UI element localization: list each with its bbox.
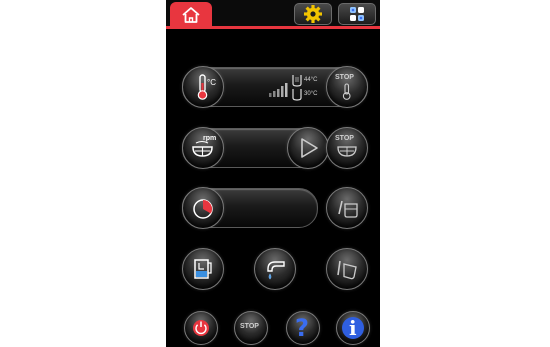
top-bar-accent-line bbox=[166, 26, 380, 29]
power-button[interactable] bbox=[184, 311, 218, 345]
water-tap-icon bbox=[267, 261, 285, 280]
gear-icon bbox=[304, 5, 322, 23]
temperature-level-bars bbox=[269, 83, 288, 97]
home-tab[interactable] bbox=[170, 2, 212, 26]
pour-icon bbox=[337, 260, 357, 280]
lower-temperature: 30°C bbox=[304, 91, 318, 97]
home-icon bbox=[182, 7, 200, 23]
apps-tab[interactable] bbox=[338, 3, 376, 25]
speed-stop-button[interactable]: STOP bbox=[326, 127, 368, 169]
water-tap-button[interactable] bbox=[254, 248, 296, 290]
measuring-jug-icon bbox=[194, 259, 212, 279]
play-button[interactable] bbox=[287, 127, 329, 169]
play-icon bbox=[301, 138, 318, 158]
pour-button[interactable] bbox=[326, 248, 368, 290]
mixing-bowl-icon bbox=[192, 140, 213, 157]
temperature-unit: °C bbox=[207, 78, 216, 87]
info-icon: i bbox=[349, 316, 357, 340]
jug-button[interactable] bbox=[182, 248, 224, 290]
timer-icon bbox=[193, 199, 213, 219]
help-icon: ? bbox=[295, 314, 309, 342]
power-icon bbox=[193, 320, 209, 336]
jar-temperature: 44°C bbox=[304, 77, 318, 83]
speed-unit: rpm bbox=[203, 135, 217, 142]
cook-lid-button[interactable] bbox=[326, 187, 368, 229]
help-button[interactable]: ? bbox=[286, 311, 320, 345]
thermometer-stop-icon bbox=[342, 83, 351, 100]
stop-all-label: STOP bbox=[240, 323, 259, 330]
bowl-stop-icon bbox=[337, 146, 357, 157]
speed-button[interactable]: rpm bbox=[182, 127, 224, 169]
pot-pour-icon bbox=[338, 200, 358, 218]
jar-icon bbox=[292, 75, 302, 101]
info-button[interactable]: i bbox=[336, 311, 370, 345]
timer-button[interactable] bbox=[182, 187, 224, 229]
appliance-screen: °C 44°C 30°C STOP rpm STOP STOP ? i bbox=[166, 0, 380, 347]
thermometer-icon bbox=[197, 74, 208, 100]
temperature-button[interactable]: °C bbox=[182, 66, 224, 108]
stop-all-button[interactable]: STOP bbox=[234, 311, 268, 345]
settings-tab[interactable] bbox=[294, 3, 332, 25]
grid-icon bbox=[350, 7, 364, 21]
temperature-stop-button[interactable]: STOP bbox=[326, 66, 368, 108]
